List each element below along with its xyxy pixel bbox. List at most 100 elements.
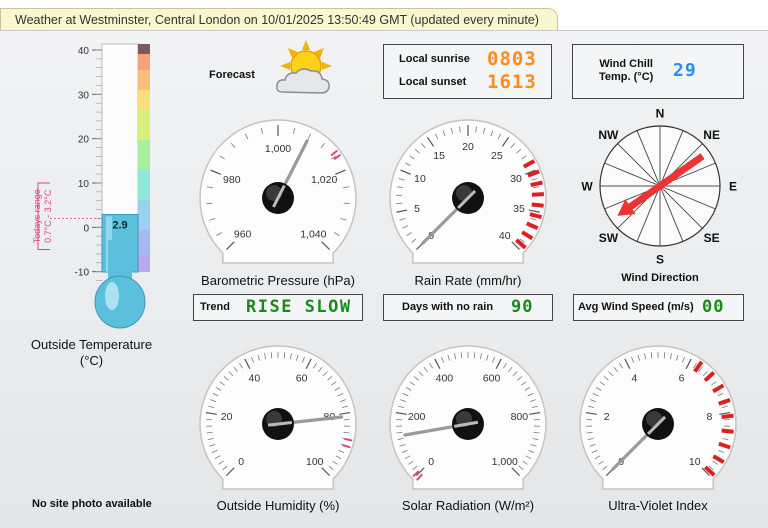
page-title: Weather at Westminster, Central London o…: [0, 8, 558, 30]
rain_rate-tick-label: 10: [414, 173, 426, 185]
thermo-colour-band: [138, 140, 150, 170]
solar-minor-tick: [461, 352, 462, 358]
solar-radiation-caption: Solar Radiation (W/m²): [378, 498, 558, 513]
trend-label: Trend: [200, 301, 230, 313]
compass-label-n: N: [656, 107, 665, 121]
rain_rate-tick-label: 40: [499, 230, 511, 242]
sunset-value: 1613: [487, 71, 537, 93]
thermo-tick-label: 40: [78, 46, 90, 57]
thermo-colour-band: [138, 44, 150, 54]
humidity-caption: Outside Humidity (%): [188, 498, 368, 513]
avg-wind-value: 00: [702, 297, 724, 317]
rain_rate-alert-mark: [532, 205, 544, 206]
sunrise-label: Local sunrise: [399, 53, 470, 65]
compass-label-e: E: [729, 180, 737, 194]
humidity-tick-label: 60: [296, 373, 308, 385]
pressure-tick-label: 1,040: [300, 228, 326, 240]
thermo-tick-label: 30: [78, 90, 90, 101]
uv-index-caption: Ultra-Violet Index: [568, 498, 748, 513]
compass-label-nw: NW: [598, 128, 619, 142]
humidity-tick-label: 100: [306, 456, 324, 468]
thermo-tick-label: -10: [75, 268, 90, 279]
rain_rate-hub-highlight: [456, 185, 472, 201]
uv-tick-label: 8: [706, 411, 712, 423]
humidity-tick-label: 0: [238, 456, 244, 468]
solar-tick-label: 200: [408, 411, 426, 423]
days-no-rain-label: Days with no rain: [402, 301, 493, 313]
rain-rate-gauge: 0510152025303540: [388, 118, 548, 268]
thermo-colour-band: [138, 90, 150, 110]
pressure-tick-label: 1,020: [311, 174, 337, 186]
wind-chill-label: Wind Chill Temp. (°C): [599, 58, 653, 84]
compass-label-s: S: [656, 253, 664, 267]
uv-index-gauge: 0246810: [578, 344, 738, 494]
pressure-tick-label: 980: [223, 174, 241, 186]
pressure-tick-label: 1,000: [265, 143, 291, 155]
forecast-label: Forecast: [209, 69, 255, 81]
compass-label-w: W: [581, 180, 593, 194]
thermo-neck: [108, 240, 132, 280]
solar-tick-label: 800: [511, 411, 529, 423]
thermo-colour-band: [138, 255, 150, 272]
trend-value: RISE SLOW: [246, 297, 352, 317]
solar-tick-label: 1,000: [492, 456, 518, 468]
pressure-gauge: 960 980 1,000 1,020 1,040: [198, 118, 358, 268]
thermo-range-label-line1: Todays range: [32, 189, 42, 243]
sunset-label: Local sunset: [399, 76, 466, 88]
solar-tick-label: 400: [436, 373, 454, 385]
wind-chill-value: 29: [673, 60, 697, 81]
thermo-colour-band: [138, 54, 150, 70]
thermo-colour-band: [138, 200, 150, 230]
thermo-bulb: [95, 276, 145, 328]
thermo-colour-band: [138, 170, 150, 200]
temperature-caption-line2: (°C): [20, 353, 163, 369]
wind-direction-compass: NNEESESSWWNW: [576, 103, 744, 268]
rain_rate-tick-label: 30: [510, 173, 522, 185]
thermo-colour-band: [138, 230, 150, 255]
uv-tick-label: 4: [631, 373, 637, 385]
humidity-minor-tick: [271, 352, 272, 358]
solar-minor-tick: [474, 352, 475, 358]
uv-tick-label: 2: [604, 411, 610, 423]
site-photo-placeholder: No site photo available: [32, 498, 152, 510]
wind-chill-label-line1: Wind Chill: [599, 58, 653, 71]
thermo-current-value: 2.9: [112, 219, 127, 231]
solar-tick-label: 0: [428, 456, 434, 468]
uv-hub-highlight: [646, 411, 662, 427]
wind-chill-label-line2: Temp. (°C): [599, 71, 653, 84]
uv-tick-label: 10: [689, 456, 701, 468]
sun-times-box: Local sunrise 0803 Local sunset 1613: [383, 44, 552, 99]
thermo-bulb-shine: [105, 282, 119, 310]
wind-chill-box: Wind Chill Temp. (°C) 29: [572, 44, 744, 99]
rain-rate-caption: Rain Rate (mm/hr): [378, 273, 558, 288]
pressure-tick-label: 960: [234, 228, 252, 240]
thermo-colour-band: [138, 70, 150, 90]
days-no-rain-box: Days with no rain 90: [383, 294, 553, 321]
humidity-minor-tick: [284, 352, 285, 358]
thermo-range-label-line2: 0.7°C - 3.2°C: [43, 189, 53, 243]
avg-wind-label: Avg Wind Speed (m/s): [578, 301, 694, 313]
compass-label-se: SE: [704, 231, 720, 245]
rain_rate-tick-label: 5: [414, 203, 420, 215]
thermo-colour-band: [138, 110, 150, 140]
rain_rate-alert-mark: [532, 194, 544, 195]
uv-minor-tick: [664, 352, 665, 358]
temperature-caption: Outside Temperature (°C): [20, 337, 163, 369]
thermo-tick-label: 0: [83, 223, 89, 234]
rain_rate-tick-label: 15: [433, 150, 445, 162]
uv-alert-mark: [722, 416, 734, 417]
trend-box: Trend RISE SLOW: [193, 294, 363, 321]
temperature-caption-line1: Outside Temperature: [20, 337, 163, 353]
partly-cloudy-sun-icon: [272, 38, 336, 102]
solar-tick-label: 600: [483, 373, 501, 385]
compass-label-ne: NE: [703, 128, 720, 142]
sunrise-value: 0803: [487, 48, 537, 70]
humidity-gauge: 020406080100: [198, 344, 358, 494]
rain_rate-tick-label: 20: [462, 141, 474, 153]
solar-radiation-gauge: 0 200 400 600 800 1,000: [388, 344, 548, 494]
wind-direction-caption: Wind Direction: [576, 272, 744, 284]
humidity-tick-label: 20: [221, 411, 233, 423]
uv-tick-label: 6: [679, 373, 685, 385]
temperature-thermometer: 403020100-102.9Todays range0.7°C - 3.2°C: [30, 40, 160, 330]
rain_rate-tick-label: 35: [513, 203, 525, 215]
